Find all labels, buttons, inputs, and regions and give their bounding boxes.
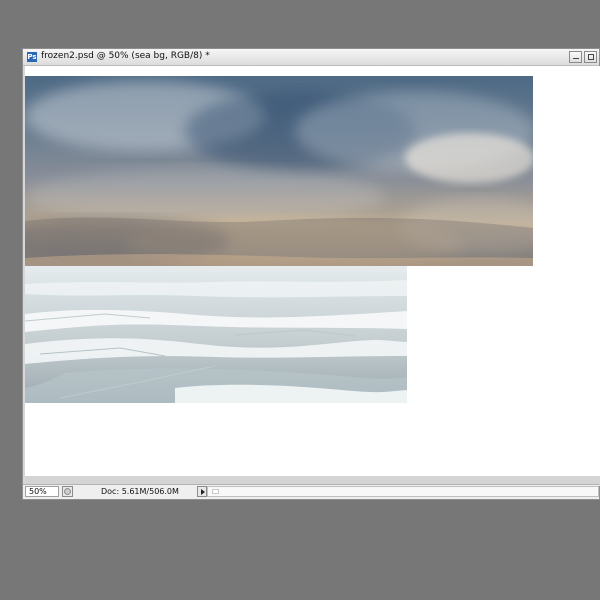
scrollbar-left-icon [212,489,219,494]
horizontal-scrollbar[interactable] [207,486,599,497]
document-title: frozen2.psd @ 50% (sea bg, RGB/8) * [41,51,210,61]
minimize-icon[interactable] [569,51,582,63]
zoom-field[interactable]: 50% [25,486,59,497]
workspace-background: Ps frozen2.psd @ 50% (sea bg, RGB/8) * 5… [0,0,600,600]
status-info-icon[interactable] [62,486,73,497]
status-bar: 50% Doc: 5.61M/506.0M [23,484,599,499]
document-window: Ps frozen2.psd @ 50% (sea bg, RGB/8) * 5… [22,48,600,500]
frozen-sea-graphic [25,266,407,403]
chevron-right-icon[interactable] [197,486,207,497]
document-size-info: Doc: 5.61M/506.0M [101,487,179,496]
frozen-sea-image-layer [25,266,407,403]
sky-image-graphic [25,76,533,266]
window-controls [569,51,597,63]
photoshop-icon: Ps [27,52,37,62]
document-canvas[interactable] [25,66,600,486]
sky-image-layer [25,76,533,266]
maximize-icon[interactable] [584,51,597,63]
document-title-bar[interactable]: Ps frozen2.psd @ 50% (sea bg, RGB/8) * [23,49,599,66]
